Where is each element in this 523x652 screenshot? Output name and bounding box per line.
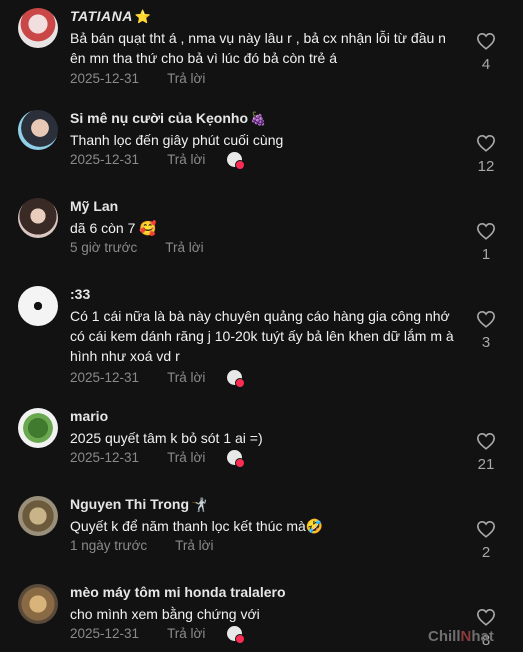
heart-icon — [476, 222, 496, 240]
username-text[interactable]: Mỹ Lan — [70, 198, 118, 214]
comment-date: 2025-12-31 — [70, 626, 140, 641]
heart-icon — [476, 32, 496, 50]
like-button[interactable]: 21 — [472, 432, 500, 473]
avatar[interactable] — [18, 198, 58, 238]
like-count: 4 — [481, 56, 491, 73]
comment-text: Quyết k để năm thanh lọc kết thúc mà🤣 — [70, 518, 324, 534]
username[interactable]: mario — [70, 408, 108, 424]
comment-date: 1 ngày trước — [70, 538, 148, 553]
avatar[interactable] — [18, 584, 58, 624]
reaction-avatar-icon[interactable] — [227, 370, 246, 388]
watermark-text-a: Chill — [428, 628, 461, 645]
avatar[interactable] — [18, 8, 58, 48]
heart-icon — [476, 520, 496, 538]
comment-date: 2025-12-31 — [70, 152, 140, 167]
reaction-avatar-icon[interactable] — [227, 450, 246, 468]
star-icon: ⭐ — [134, 9, 152, 24]
like-count: 1 — [481, 246, 491, 263]
username[interactable]: TATIANA ⭐ — [70, 8, 151, 25]
reply-button[interactable]: Trả lời — [167, 152, 205, 167]
like-count: 21 — [477, 456, 495, 473]
comment-text: Có 1 cái nữa là bà này chuyên quảng cáo … — [70, 308, 454, 364]
fencer-icon: 🤺 — [191, 497, 208, 512]
comment-meta: 2025-12-31 Trả lời — [70, 370, 246, 388]
grapes-icon: 🍇 — [250, 111, 267, 126]
comment-meta: 2025-12-31 Trả lời — [70, 626, 246, 644]
username[interactable]: :33 — [70, 286, 90, 302]
reply-button[interactable]: Trả lời — [167, 450, 205, 465]
like-button[interactable]: 12 — [472, 134, 500, 175]
heart-icon — [476, 432, 496, 450]
reply-button[interactable]: Trả lời — [167, 370, 205, 385]
username-text[interactable]: :33 — [70, 286, 90, 302]
avatar[interactable] — [18, 110, 58, 150]
avatar[interactable] — [18, 408, 58, 448]
username[interactable]: Mỹ Lan — [70, 198, 118, 214]
heart-icon — [476, 134, 496, 152]
watermark-text-c: hat — [471, 628, 494, 645]
like-count: 2 — [481, 544, 491, 561]
username[interactable]: Si mê nụ cười của Kẹonho 🍇 — [70, 110, 266, 127]
comment-date: 2025-12-31 — [70, 370, 140, 385]
watermark-text-b: N — [460, 628, 472, 645]
comment-date: 5 giờ trước — [70, 240, 138, 255]
like-button[interactable]: 3 — [472, 310, 500, 351]
reply-button[interactable]: Trả lời — [165, 240, 203, 255]
comment-text: dã 6 còn 7 🥰 — [70, 220, 157, 236]
avatar[interactable] — [18, 496, 58, 536]
comment-meta: 1 ngày trước Trả lời — [70, 538, 214, 553]
heart-icon — [476, 608, 496, 626]
comment-meta: 2025-12-31 Trả lời — [70, 71, 205, 86]
reply-button[interactable]: Trả lời — [167, 626, 205, 641]
like-count: 3 — [481, 334, 491, 351]
comment-text: 2025 quyết tâm k bỏ sót 1 ai =) — [70, 430, 263, 446]
username-text[interactable]: mario — [70, 408, 108, 424]
like-button[interactable]: 2 — [472, 520, 500, 561]
reaction-avatar-icon[interactable] — [227, 626, 246, 644]
like-button[interactable]: 1 — [472, 222, 500, 263]
comment-date: 2025-12-31 — [70, 450, 140, 465]
username-text[interactable]: mèo máy tôm mi honda tralalero — [70, 584, 286, 600]
username-text[interactable]: Si mê nụ cười của Kẹonho — [70, 110, 248, 126]
comment-text: Thanh lọc đến giây phút cuối cùng — [70, 132, 284, 148]
comment-meta: 2025-12-31 Trả lời — [70, 450, 246, 468]
comment-text: cho mình xem bằng chứng với — [70, 606, 260, 622]
heart-icon — [476, 310, 496, 328]
username-text[interactable]: TATIANA — [70, 8, 133, 24]
comment-meta: 5 giờ trước Trả lời — [70, 240, 204, 255]
watermark: ChillNhat — [428, 628, 494, 645]
username-text[interactable]: Nguyen Thi Trong — [70, 496, 189, 512]
reply-button[interactable]: Trả lời — [175, 538, 213, 553]
like-button[interactable]: 4 — [472, 32, 500, 73]
reply-button[interactable]: Trả lời — [167, 71, 205, 86]
comment-meta: 2025-12-31 Trả lời — [70, 152, 246, 170]
comment-text: Bả bán quạt tht á , nma vụ này lâu r , b… — [70, 30, 446, 66]
comment-date: 2025-12-31 — [70, 71, 140, 86]
reaction-avatar-icon[interactable] — [227, 152, 246, 170]
username[interactable]: mèo máy tôm mi honda tralalero — [70, 584, 286, 600]
avatar[interactable] — [18, 286, 58, 326]
username[interactable]: Nguyen Thi Trong 🤺 — [70, 496, 207, 513]
like-count: 12 — [477, 158, 495, 175]
